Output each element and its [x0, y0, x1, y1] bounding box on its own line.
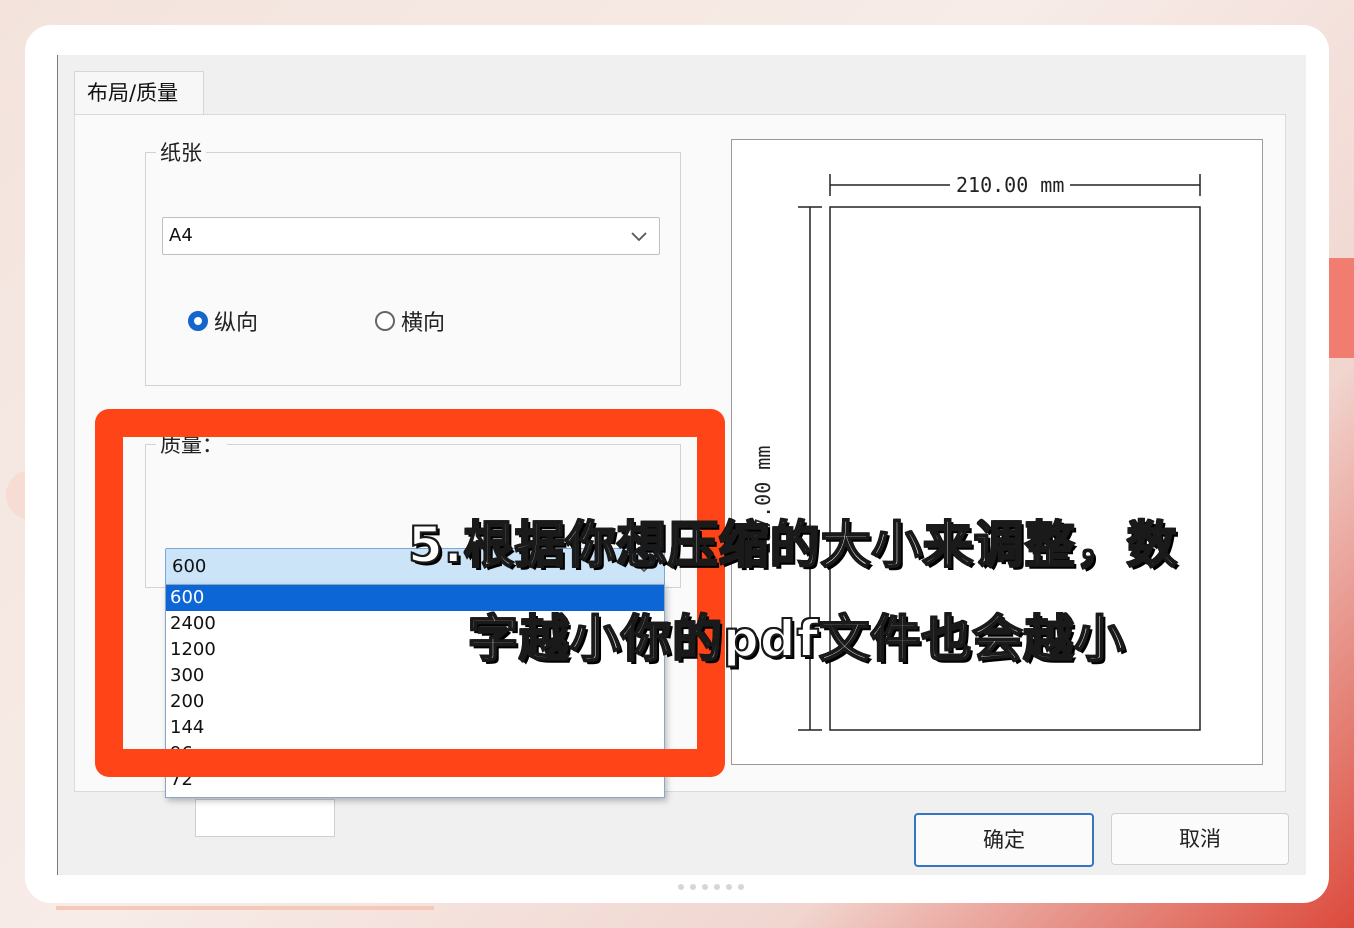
- video-frame: 布局/质量 纸张 A4 纵向 横向 质量： 600 600 2400 1200 …: [25, 25, 1329, 903]
- paper-group: 纸张 A4 纵向 横向: [145, 137, 681, 386]
- page-indicator: [678, 884, 744, 890]
- tab-layout-quality[interactable]: 布局/质量: [74, 71, 204, 116]
- radio-portrait[interactable]: 纵向: [188, 305, 258, 337]
- field-partially-hidden[interactable]: [195, 799, 335, 837]
- radio-landscape-label: 横向: [401, 311, 446, 336]
- radio-selected-icon: [188, 311, 208, 331]
- radio-portrait-label: 纵向: [214, 311, 259, 336]
- paper-size-value: A4: [169, 225, 193, 246]
- annotation-highlight-box: [95, 409, 725, 777]
- caption-line-2: 字越小你的pdf文件也会越小: [467, 609, 1126, 669]
- chevron-down-icon: [631, 232, 647, 242]
- ok-button[interactable]: 确定: [914, 813, 1094, 867]
- radio-unselected-icon: [375, 311, 395, 331]
- paper-size-select[interactable]: A4: [162, 217, 660, 255]
- cancel-button[interactable]: 取消: [1111, 813, 1289, 865]
- paper-group-label: 纸张: [156, 137, 206, 167]
- progress-bar: [56, 906, 434, 910]
- width-dimension-label: 210.00 mm: [950, 173, 1071, 197]
- radio-landscape[interactable]: 横向: [375, 305, 445, 337]
- paper-preview: 210.00 mm 297.00 mm: [731, 139, 1263, 765]
- caption-line-1: 5.根据你想压缩的大小来调整，数: [407, 515, 1178, 575]
